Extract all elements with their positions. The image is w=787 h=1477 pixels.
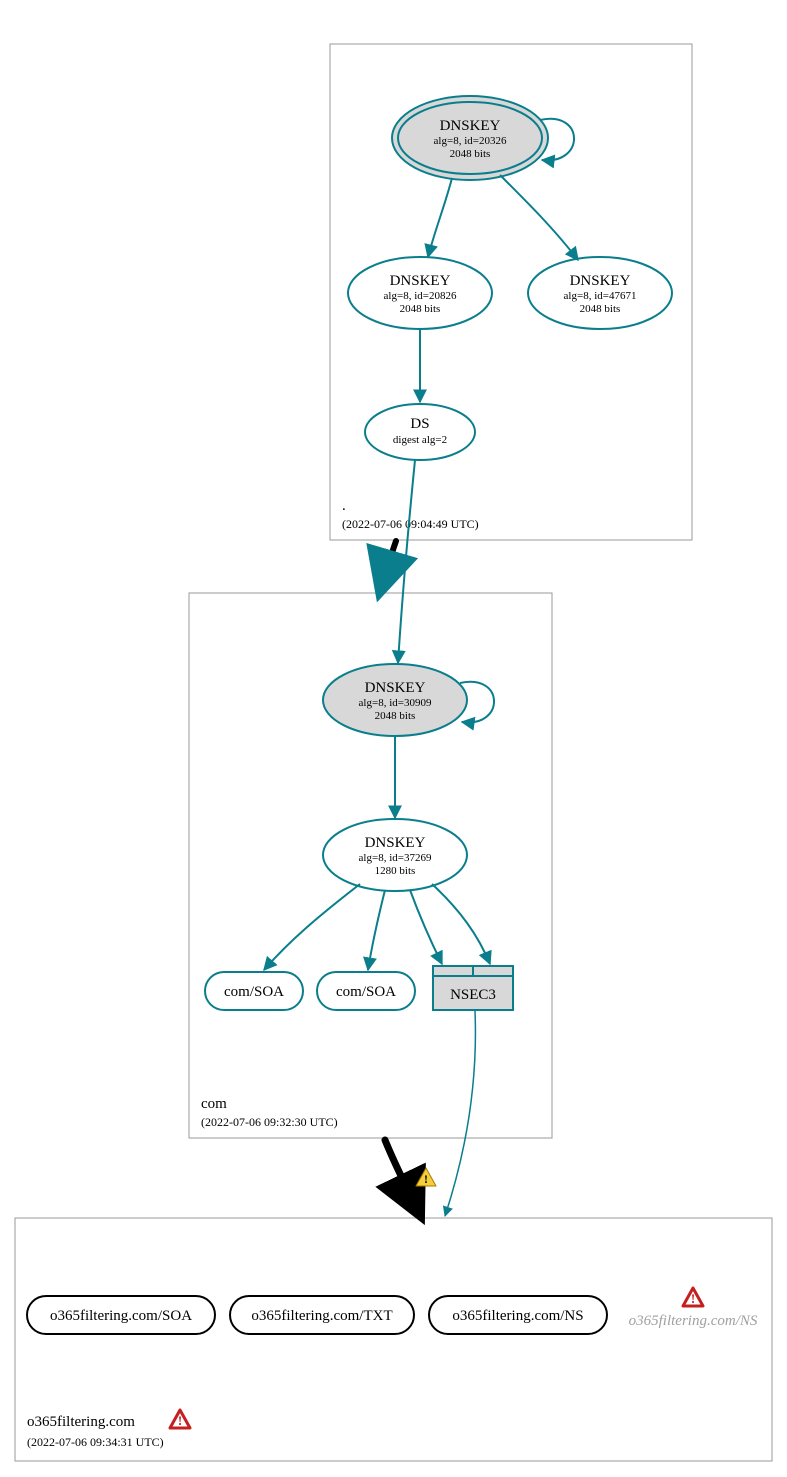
svg-text:o365filtering.com/NS: o365filtering.com/NS [452,1308,583,1324]
svg-text:DNSKEY: DNSKEY [390,273,451,289]
svg-text:DNSKEY: DNSKEY [440,118,501,134]
node-com-soa1: com/SOA [205,972,303,1010]
svg-text:DS: DS [410,416,429,432]
node-o365-soa: o365filtering.com/SOA [27,1296,215,1334]
svg-text:alg=8, id=37269: alg=8, id=37269 [359,852,432,864]
svg-text:!: ! [691,1291,695,1306]
svg-text:DNSKEY: DNSKEY [365,680,426,696]
zone-root-name: . [342,498,346,514]
node-nsec3: NSEC3 [433,966,513,1010]
svg-text:o365filtering.com/SOA: o365filtering.com/SOA [50,1308,192,1324]
svg-text:DNSKEY: DNSKEY [365,835,426,851]
svg-text:alg=8, id=20326: alg=8, id=20326 [434,135,507,147]
warning-icon-yellow: ! [416,1168,436,1186]
node-root-ds: DS digest alg=2 [365,404,475,460]
node-root-zsk2: DNSKEY alg=8, id=47671 2048 bits [528,257,672,329]
svg-text:2048 bits: 2048 bits [375,710,416,722]
svg-text:2048 bits: 2048 bits [400,303,441,315]
zone-o365-ts: (2022-07-06 09:34:31 UTC) [27,1435,164,1449]
svg-text:alg=8, id=47671: alg=8, id=47671 [564,290,637,302]
node-o365-txt: o365filtering.com/TXT [230,1296,414,1334]
zone-com-name: com [201,1096,227,1112]
dnssec-graph: . (2022-07-06 09:04:49 UTC) DNSKEY alg=8… [0,0,787,1477]
node-o365-ns: o365filtering.com/NS [429,1296,607,1334]
zone-o365: o365filtering.com (2022-07-06 09:34:31 U… [15,1218,772,1461]
svg-text:!: ! [424,1172,428,1186]
svg-text:com/SOA: com/SOA [336,984,396,1000]
node-root-zsk1: DNSKEY alg=8, id=20826 2048 bits [348,257,492,329]
zone-com-ts: (2022-07-06 09:32:30 UTC) [201,1115,338,1129]
node-com-soa2: com/SOA [317,972,415,1010]
svg-text:DNSKEY: DNSKEY [570,273,631,289]
svg-text:o365filtering.com/NS: o365filtering.com/NS [629,1313,758,1329]
edge-comzone-o365zone [385,1140,420,1215]
node-com-zsk: DNSKEY alg=8, id=37269 1280 bits [323,819,467,891]
svg-text:2048 bits: 2048 bits [580,303,621,315]
svg-text:NSEC3: NSEC3 [450,987,496,1003]
svg-text:2048 bits: 2048 bits [450,148,491,160]
svg-text:com/SOA: com/SOA [224,984,284,1000]
svg-text:1280 bits: 1280 bits [375,865,416,877]
svg-text:digest alg=2: digest alg=2 [393,434,447,446]
zone-o365-name: o365filtering.com [27,1414,135,1430]
svg-text:alg=8, id=20826: alg=8, id=20826 [384,290,457,302]
svg-text:alg=8, id=30909: alg=8, id=30909 [359,697,432,709]
svg-text:o365filtering.com/TXT: o365filtering.com/TXT [251,1308,392,1324]
edge-rootzone-comzone-thick [380,541,396,592]
svg-text:!: ! [178,1413,182,1428]
